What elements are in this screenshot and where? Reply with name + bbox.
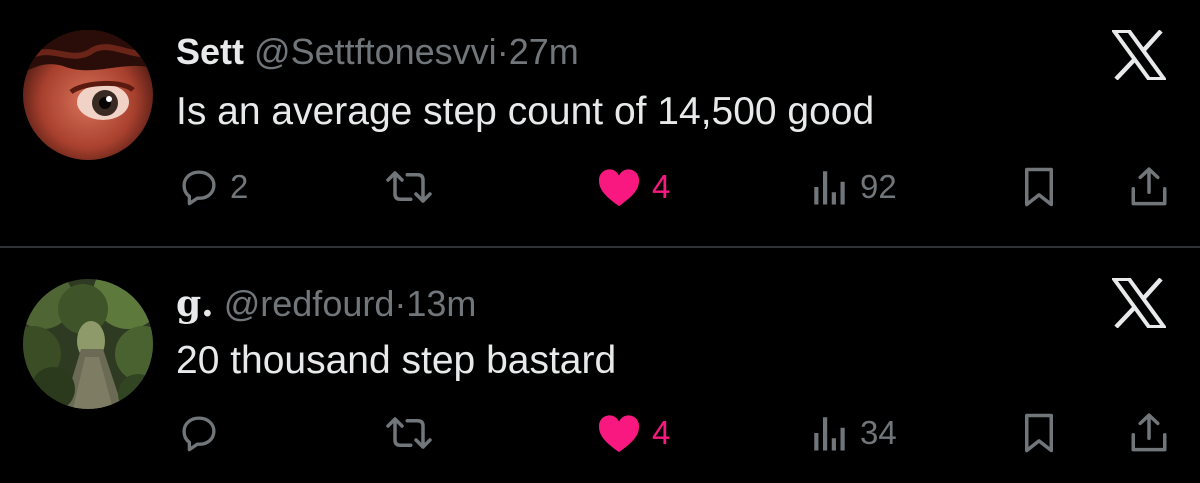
tweet[interactable]: g. @redfourd·13m 20 thousand step bastar…: [0, 248, 1200, 483]
reply-count: 2: [230, 168, 249, 205]
tweet-text: 20 thousand step bastard: [176, 339, 617, 382]
share-icon: [1128, 165, 1170, 209]
reply-button[interactable]: 2: [178, 162, 248, 212]
separator-dot: ·: [394, 283, 407, 324]
retweet-button[interactable]: [384, 162, 444, 212]
tweet-text: Is an average step count of 14,500 good: [176, 90, 875, 133]
views-button[interactable]: 92: [810, 162, 897, 212]
action-bar: 2 4 92: [0, 162, 1200, 212]
tweet-header: g. @redfourd·13m: [176, 282, 476, 326]
views-icon: [810, 166, 850, 208]
share-button[interactable]: [1128, 408, 1170, 458]
bookmark-button[interactable]: [1020, 162, 1058, 212]
display-name[interactable]: g.: [176, 283, 214, 325]
tweet-header: Sett @Settftonesvvi·27m: [176, 30, 579, 74]
like-button[interactable]: 4: [596, 408, 670, 458]
timestamp[interactable]: 13m: [406, 283, 476, 324]
bookmark-button[interactable]: [1020, 408, 1058, 458]
user-handle[interactable]: @redfourd: [224, 283, 395, 324]
share-button[interactable]: [1128, 162, 1170, 212]
x-logo-icon: [1110, 277, 1168, 329]
display-name[interactable]: Sett: [176, 31, 244, 72]
user-handle[interactable]: @Settftonesvvi: [254, 31, 497, 72]
view-count: 92: [860, 168, 897, 205]
bookmark-icon: [1020, 412, 1058, 454]
separator-dot: ·: [496, 31, 509, 72]
reply-icon: [178, 166, 220, 208]
x-logo-icon: [1110, 29, 1168, 81]
share-icon: [1128, 411, 1170, 455]
like-count: 4: [652, 414, 671, 451]
bookmark-icon: [1020, 166, 1058, 208]
action-bar: 4 34: [0, 408, 1200, 458]
like-button[interactable]: 4: [596, 162, 670, 212]
like-count: 4: [652, 168, 671, 205]
reply-icon: [178, 412, 220, 454]
retweet-icon: [384, 412, 434, 454]
avatar[interactable]: [23, 30, 153, 160]
retweet-icon: [384, 166, 434, 208]
retweet-button[interactable]: [384, 408, 444, 458]
views-button[interactable]: 34: [810, 408, 897, 458]
view-count: 34: [860, 414, 897, 451]
timestamp[interactable]: 27m: [509, 31, 579, 72]
heart-icon: [596, 412, 642, 454]
reply-button[interactable]: [178, 408, 230, 458]
heart-icon: [596, 166, 642, 208]
views-icon: [810, 412, 850, 454]
avatar[interactable]: [23, 279, 153, 409]
tweet[interactable]: Sett @Settftonesvvi·27m Is an average st…: [0, 0, 1200, 246]
